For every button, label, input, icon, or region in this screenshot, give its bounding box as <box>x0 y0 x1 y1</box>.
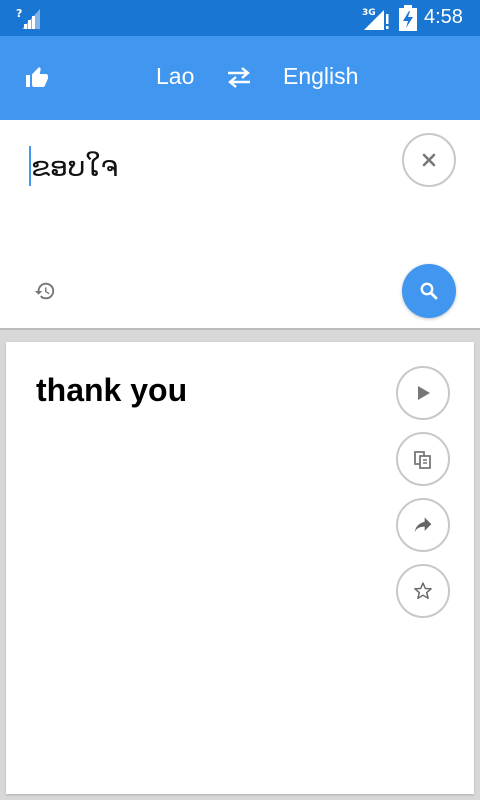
app-bar: Lao English <box>0 36 480 120</box>
search-icon <box>420 282 438 300</box>
search-button[interactable] <box>402 264 456 318</box>
play-button[interactable] <box>396 366 450 420</box>
clear-button[interactable] <box>402 133 456 187</box>
close-icon <box>422 153 436 167</box>
network-type-label: 3G <box>362 8 376 18</box>
input-panel: ຂອບໃຈ <box>0 120 480 330</box>
status-time: 4:58 <box>424 6 463 28</box>
share-button[interactable] <box>396 498 450 552</box>
svg-text:?: ? <box>16 7 22 20</box>
source-language-button[interactable]: Lao <box>156 63 194 90</box>
source-text-input[interactable]: ຂອບໃຈ <box>31 150 118 183</box>
history-icon[interactable] <box>34 280 56 302</box>
signal-unknown-icon: ? <box>16 7 40 29</box>
copy-icon <box>414 451 431 469</box>
thumbs-up-icon[interactable] <box>25 66 49 90</box>
swap-arrows-icon[interactable] <box>226 65 252 89</box>
target-language-button[interactable]: English <box>283 63 358 90</box>
play-icon <box>418 386 430 400</box>
star-icon <box>414 582 432 600</box>
translation-result: thank you <box>36 372 188 408</box>
status-bar: ? 3G 4:58 <box>0 0 480 36</box>
mobile-signal-icon: 3G <box>362 8 389 30</box>
result-card: thank you <box>6 342 474 794</box>
favorite-button[interactable] <box>396 564 450 618</box>
copy-button[interactable] <box>396 432 450 486</box>
battery-charging-icon <box>399 5 417 31</box>
share-icon <box>414 517 432 533</box>
